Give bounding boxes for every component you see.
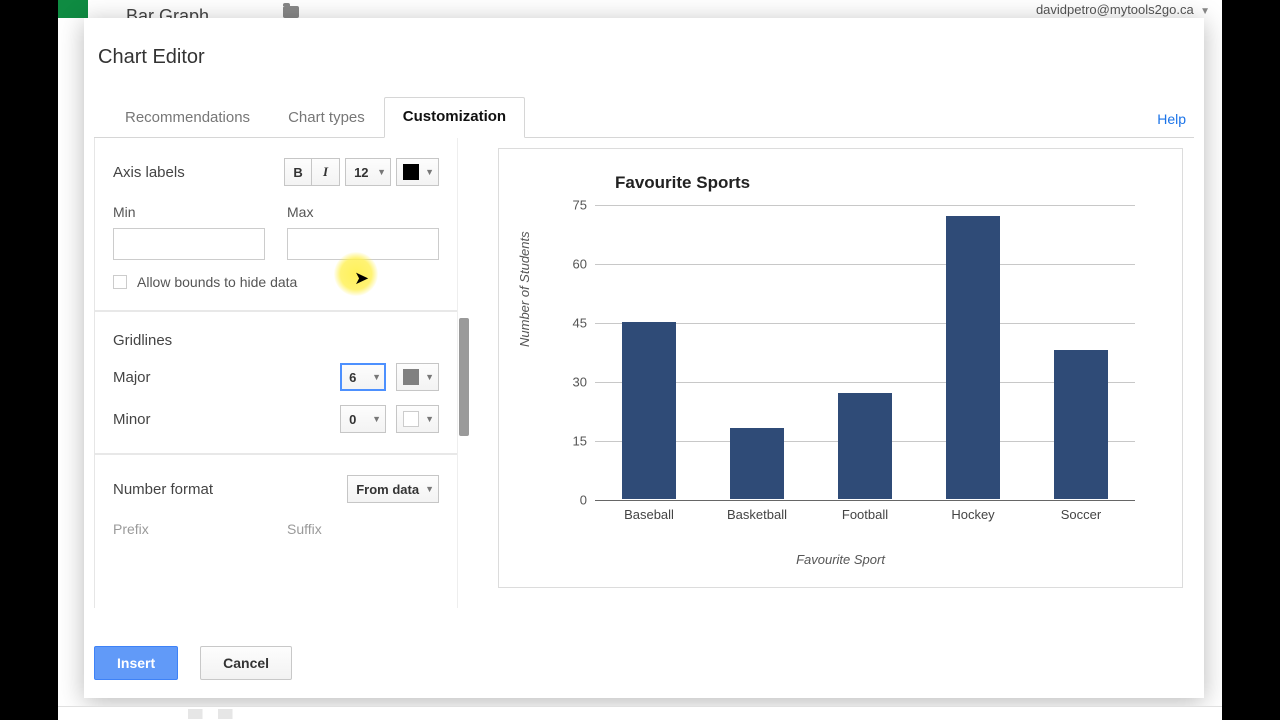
major-label: Major	[113, 369, 151, 386]
font-size-value: 12	[354, 165, 368, 180]
minor-grid-color[interactable]: ▼	[396, 405, 439, 433]
minor-gridlines-select[interactable]: 0 ▼	[340, 405, 386, 433]
text-color-picker[interactable]: ▼	[396, 158, 439, 186]
axis-labels-heading: Axis labels	[113, 164, 185, 181]
bar	[1054, 350, 1108, 499]
gridline	[595, 205, 1135, 206]
chevron-down-icon: ▼	[366, 372, 381, 382]
scrollbar-thumb[interactable]	[459, 318, 469, 436]
chevron-down-icon: ▼	[425, 414, 434, 424]
y-axis-label: Number of Students	[517, 231, 532, 347]
chevron-down-icon: ▼	[425, 167, 434, 177]
bar	[946, 216, 1000, 499]
max-input[interactable]	[287, 228, 439, 260]
user-email[interactable]: davidpetro@mytools2go.ca	[1036, 2, 1194, 17]
tab-customization[interactable]: Customization	[384, 97, 525, 138]
gridline	[595, 500, 1135, 501]
app-logo	[58, 0, 88, 18]
insert-button[interactable]: Insert	[94, 646, 178, 680]
gridline	[595, 264, 1135, 265]
customization-panel: Axis labels B I 12 ▼	[94, 138, 458, 608]
axis-labels-section: Axis labels B I 12 ▼	[95, 138, 457, 312]
allow-bounds-checkbox[interactable]: Allow bounds to hide data	[113, 274, 439, 290]
y-tick-label: 0	[547, 493, 587, 508]
bar	[730, 428, 784, 499]
chart-preview: Favourite Sports Number of Students 0153…	[498, 148, 1183, 588]
x-axis-label: Favourite Sport	[499, 552, 1182, 567]
chevron-down-icon: ▼	[366, 414, 381, 424]
bold-button[interactable]: B	[284, 158, 312, 186]
modal-title: Chart Editor	[98, 46, 1194, 69]
bar	[622, 322, 676, 499]
bar	[838, 393, 892, 499]
gridline	[595, 323, 1135, 324]
sheet-tab-bar	[58, 706, 1222, 720]
major-gridlines-select[interactable]: 6 ▼	[340, 363, 386, 391]
minor-value: 0	[349, 412, 356, 427]
italic-button[interactable]: I	[312, 158, 340, 186]
x-tick-label: Hockey	[951, 507, 994, 522]
max-label: Max	[287, 204, 439, 220]
min-input[interactable]	[113, 228, 265, 260]
number-format-heading: Number format	[113, 481, 213, 498]
gridlines-section: Gridlines Major 6 ▼ ▼	[95, 312, 457, 455]
number-format-value: From data	[356, 482, 419, 497]
major-value: 6	[349, 370, 356, 385]
top-bar: davidpetro@mytools2go.ca ▼	[58, 0, 1222, 18]
checkbox-icon	[113, 275, 127, 289]
chart-title: Favourite Sports	[615, 173, 1162, 193]
plot-area: 01530456075BaseballBasketballFootballHoc…	[595, 205, 1135, 500]
prefix-label: Prefix	[113, 521, 265, 537]
x-tick-label: Football	[842, 507, 888, 522]
help-link[interactable]: Help	[1157, 111, 1186, 127]
number-format-select[interactable]: From data ▼	[347, 475, 439, 503]
number-format-section: Number format From data ▼ Prefix Suffix	[95, 455, 457, 565]
x-tick-label: Baseball	[624, 507, 674, 522]
chart-preview-panel: Favourite Sports Number of Students 0153…	[458, 138, 1194, 608]
tab-recommendations[interactable]: Recommendations	[106, 98, 269, 138]
color-swatch	[403, 411, 419, 427]
chevron-down-icon: ▼	[425, 372, 434, 382]
x-tick-label: Soccer	[1061, 507, 1101, 522]
min-label: Min	[113, 204, 265, 220]
folder-icon[interactable]	[283, 6, 299, 18]
tab-bar: Recommendations Chart types Customizatio…	[94, 97, 1194, 138]
modal-content: Axis labels B I 12 ▼	[94, 138, 1194, 608]
color-swatch	[403, 164, 419, 180]
suffix-label: Suffix	[287, 521, 439, 537]
x-tick-label: Basketball	[727, 507, 787, 522]
chevron-down-icon: ▼	[419, 484, 434, 494]
y-tick-label: 60	[547, 257, 587, 272]
minor-label: Minor	[113, 411, 151, 428]
modal-footer: Insert Cancel	[94, 646, 292, 680]
y-tick-label: 45	[547, 316, 587, 331]
chevron-down-icon: ▼	[371, 167, 386, 177]
y-tick-label: 30	[547, 375, 587, 390]
gridlines-heading: Gridlines	[113, 332, 439, 349]
font-size-select[interactable]: 12 ▼	[345, 158, 391, 186]
allow-bounds-label: Allow bounds to hide data	[137, 274, 297, 290]
tab-chart-types[interactable]: Chart types	[269, 98, 384, 138]
chevron-down-icon[interactable]: ▼	[1197, 6, 1210, 17]
y-tick-label: 15	[547, 434, 587, 449]
color-swatch	[403, 369, 419, 385]
major-grid-color[interactable]: ▼	[396, 363, 439, 391]
app-window: davidpetro@mytools2go.ca ▼ Bar Graph Cha…	[58, 0, 1222, 720]
chart-editor-modal: Chart Editor Recommendations Chart types…	[84, 18, 1204, 698]
y-tick-label: 75	[547, 198, 587, 213]
cancel-button[interactable]: Cancel	[200, 646, 292, 680]
